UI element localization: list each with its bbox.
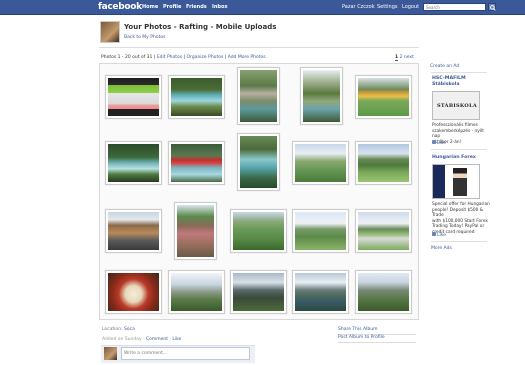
photo-thumbnail[interactable] <box>230 209 287 253</box>
facebook-logo[interactable]: facebook <box>98 2 142 12</box>
share-album-link[interactable]: Share This Album <box>338 327 377 332</box>
divider <box>431 241 487 242</box>
ad2-image[interactable] <box>432 164 480 199</box>
photo-thumbnail[interactable] <box>355 141 412 185</box>
added-date: Added on Sunday <box>102 337 142 342</box>
photo-thumbnail[interactable] <box>105 141 162 185</box>
photo-thumbnail[interactable] <box>237 133 280 191</box>
photo-thumbnail[interactable] <box>168 75 225 119</box>
photo-thumbnail[interactable] <box>168 141 225 185</box>
ad1-subtitle[interactable]: Stábiskola <box>432 82 460 87</box>
ad1-image[interactable]: STÁBISKOLA <box>432 91 480 120</box>
divider <box>338 342 416 343</box>
top-bar: facebook Home Profile Friends Inbox Paza… <box>0 0 525 15</box>
thumbs-up-icon <box>432 232 436 236</box>
ad2-image-banner <box>433 165 445 198</box>
photo-thumbnail[interactable] <box>105 270 162 314</box>
nav-settings[interactable]: Settings <box>377 4 398 10</box>
search-button[interactable] <box>488 3 496 11</box>
next-page-link[interactable]: next <box>404 55 414 60</box>
nav-friends[interactable]: Friends <box>186 4 207 10</box>
nav-profile[interactable]: Profile <box>163 4 181 10</box>
search-input[interactable]: Search <box>423 3 486 11</box>
location-info: Location: Soca <box>102 327 135 332</box>
photo-thumbnail[interactable] <box>292 141 349 185</box>
pagination: 1 2 next <box>395 55 414 61</box>
nav-inbox[interactable]: Inbox <box>212 4 228 10</box>
photo-count-label: Photos 1 - 20 out of 31 <box>101 55 153 60</box>
profile-picture[interactable] <box>100 21 120 43</box>
ad1-like[interactable]: Like <box>432 140 446 146</box>
photo-thumbnail[interactable] <box>174 202 217 260</box>
photo-thumbnail[interactable] <box>355 270 412 314</box>
page-2-link[interactable]: 2 <box>400 55 403 60</box>
photo-count: Photos 1 - 20 out of 31 | Edit Photos | … <box>101 55 266 60</box>
page-title: Your Photos - Rafting - Mobile Uploads <box>124 23 277 31</box>
thumbs-up-icon <box>432 140 436 144</box>
photo-thumbnail[interactable] <box>300 67 343 125</box>
ad1-title[interactable]: HSC-MAFILM <box>432 76 466 81</box>
ad2-text-line: people! Deposit $500 & Trade <box>432 207 484 219</box>
photo-thumbnail[interactable] <box>168 270 225 314</box>
more-ads-link[interactable]: More Ads <box>431 246 452 251</box>
like-link[interactable]: Like <box>172 337 181 342</box>
post-album-link[interactable]: Post Album to Profile <box>338 335 385 340</box>
photo-thumbnail[interactable] <box>105 75 162 119</box>
location-label: Location: <box>102 327 123 332</box>
nav-user-name[interactable]: Pazar Czczok <box>342 4 375 10</box>
add-more-photos-link[interactable]: Add More Photos <box>228 55 266 60</box>
photo-thumbnail[interactable] <box>355 209 412 253</box>
photo-thumbnail[interactable] <box>105 209 162 253</box>
photo-thumbnail[interactable] <box>292 209 349 253</box>
page-current: 1 <box>395 55 399 61</box>
photo-thumbnail[interactable] <box>355 75 412 119</box>
added-info: Added on Sunday · Comment · Like <box>102 337 182 342</box>
location-value[interactable]: Soca <box>124 327 135 332</box>
photo-thumbnail[interactable] <box>237 67 280 125</box>
search-icon <box>490 5 496 11</box>
avatar <box>104 347 117 360</box>
divider <box>99 47 419 48</box>
ad2-like-label: Like <box>437 233 446 238</box>
ad2-text-line: Trading Today! PayPal or <box>432 224 485 229</box>
nav-logout[interactable]: Logout <box>402 4 419 10</box>
nav-home[interactable]: Home <box>142 4 158 10</box>
divider <box>431 149 487 150</box>
ad1-image-text: STÁBISKOLA <box>437 103 478 109</box>
comment-link[interactable]: Comment <box>146 337 168 342</box>
ad1-text-line: szakemberképzés - nyílt nap <box>432 128 484 140</box>
create-ad-link[interactable]: Create an Ad <box>430 64 459 69</box>
divider <box>431 72 487 73</box>
comment-input[interactable]: Write a comment... <box>121 347 250 360</box>
organize-photos-link[interactable]: Organize Photos <box>187 55 224 60</box>
ad2-title[interactable]: Hungarian Forex <box>432 155 476 160</box>
back-to-photos-link[interactable]: Back to My Photos <box>124 35 165 40</box>
ad2-text: Special offer for Hungarian people! Depo… <box>432 202 492 235</box>
ad1-like-label: Like <box>437 141 446 146</box>
edit-photos-link[interactable]: Edit Photos <box>157 55 182 60</box>
photo-thumbnail[interactable] <box>292 270 349 314</box>
photo-thumbnail[interactable] <box>230 270 287 314</box>
ad2-like[interactable]: Like <box>432 232 446 238</box>
photo-grid <box>99 63 419 320</box>
ad2-image-figure <box>453 168 467 196</box>
ad2-text-line: Special offer for Hungarian <box>432 202 490 207</box>
